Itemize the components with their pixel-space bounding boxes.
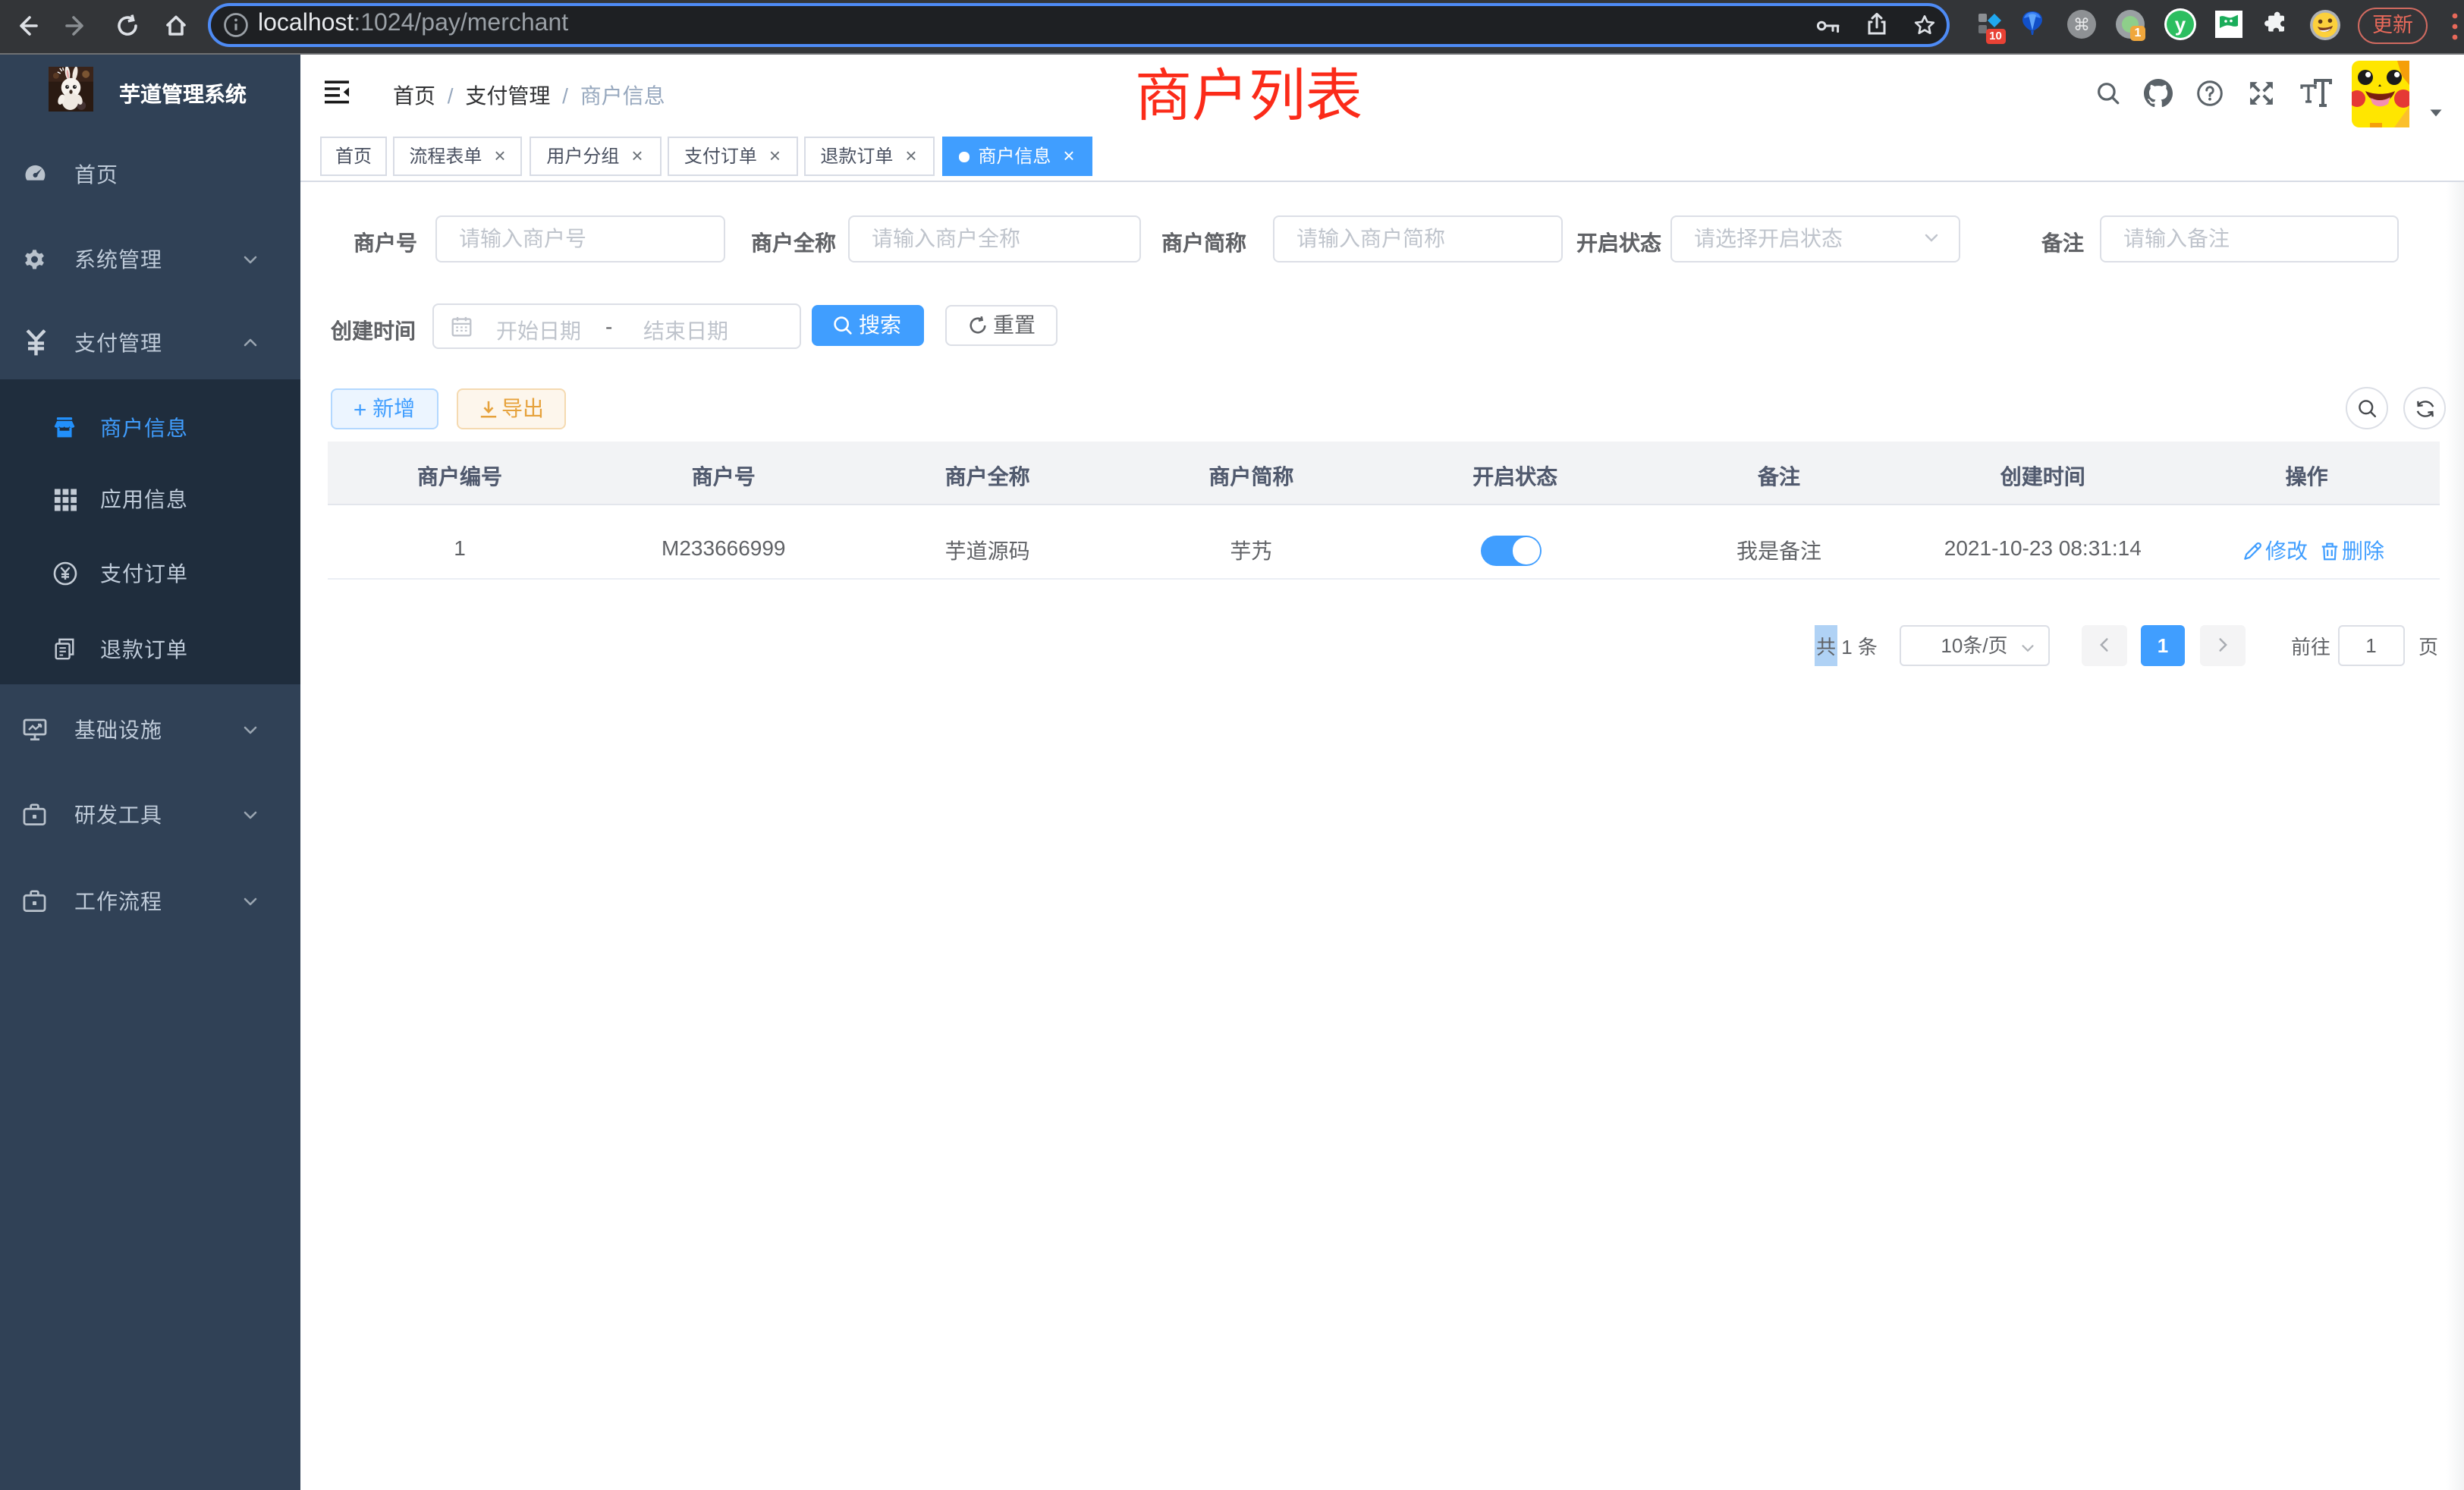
svg-text:y: y (2175, 13, 2186, 36)
svg-text:⌘: ⌘ (2073, 15, 2090, 34)
